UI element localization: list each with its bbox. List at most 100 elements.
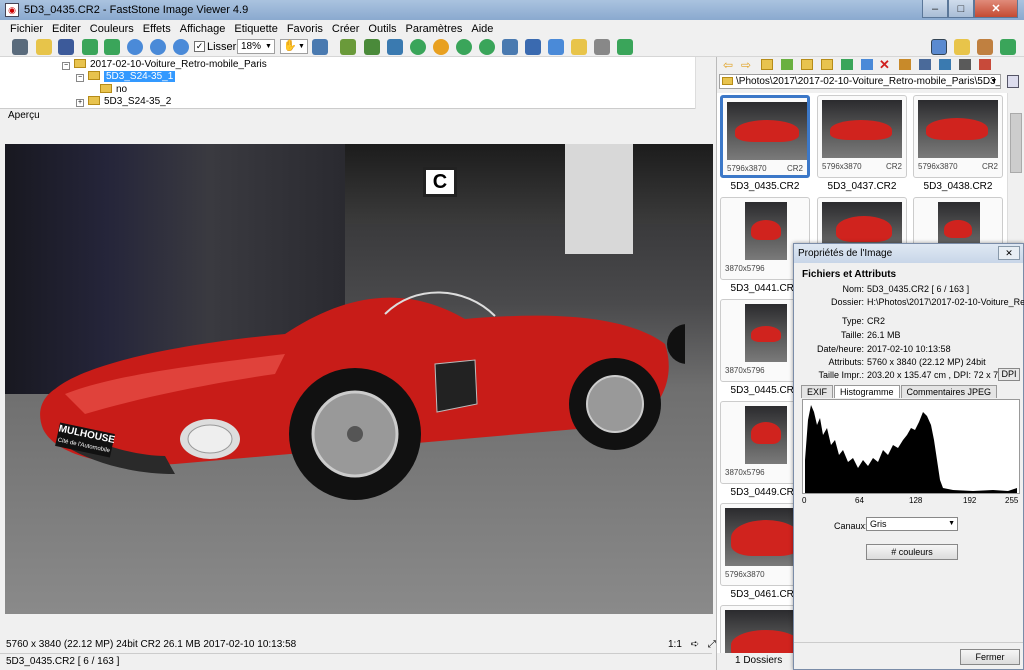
- layout-4-icon[interactable]: [1000, 39, 1016, 55]
- menu-editer[interactable]: Editer: [48, 23, 86, 35]
- histogram-graph: [805, 405, 1017, 493]
- layout-3-icon[interactable]: [977, 39, 993, 55]
- new-folder-icon[interactable]: [801, 59, 813, 70]
- save-icon[interactable]: [58, 39, 74, 55]
- previous-icon[interactable]: [82, 39, 98, 55]
- camera-icon[interactable]: [12, 39, 28, 55]
- thumb-dims: 5796x3870: [822, 162, 862, 171]
- filter-icon[interactable]: [979, 59, 991, 70]
- thumbnail-card[interactable]: 5796x3870 CR2: [720, 95, 810, 178]
- menu-couleurs[interactable]: Couleurs: [86, 23, 139, 35]
- arrow-right-icon[interactable]: ➪: [691, 639, 699, 650]
- menu-favoris[interactable]: Favoris: [283, 23, 328, 35]
- sort-icon[interactable]: [959, 59, 971, 70]
- tab-commentaires-jpeg[interactable]: Commentaires JPEG: [900, 385, 998, 398]
- screenshot-icon[interactable]: [617, 39, 633, 55]
- zoom-select[interactable]: 18% ▼: [237, 39, 275, 54]
- menu-parametres[interactable]: Paramètres: [402, 23, 468, 35]
- collapse-icon[interactable]: −: [76, 74, 84, 82]
- menu-aide[interactable]: Aide: [467, 23, 498, 35]
- refresh-icon[interactable]: [781, 59, 793, 70]
- channel-select[interactable]: Gris ▼: [866, 517, 958, 531]
- thumbnail-card[interactable]: 5796x3870 CR2: [913, 95, 1003, 178]
- color-count-button[interactable]: # couleurs: [866, 544, 958, 560]
- menu-effets[interactable]: Effets: [139, 23, 176, 35]
- dialog-close-button[interactable]: ✕: [998, 246, 1020, 260]
- thumb-view-icon[interactable]: [919, 59, 931, 70]
- divider: [794, 642, 1023, 643]
- crop-icon[interactable]: [340, 39, 356, 55]
- fullscreen-icon[interactable]: [312, 39, 328, 55]
- tab-exif[interactable]: EXIF: [801, 385, 834, 398]
- menu-fichier[interactable]: Fichier: [6, 23, 48, 35]
- thumbnail-image: [745, 202, 787, 260]
- email-icon[interactable]: [571, 39, 587, 55]
- draw-icon[interactable]: [387, 39, 403, 55]
- next-icon[interactable]: [104, 39, 120, 55]
- edit-icon[interactable]: [548, 39, 564, 55]
- back-icon[interactable]: ⇦: [723, 58, 733, 72]
- close-button[interactable]: ✕: [974, 0, 1018, 18]
- expand-icon[interactable]: +: [76, 99, 84, 107]
- tag-icon[interactable]: [899, 59, 911, 70]
- tree-item[interactable]: − 5D3_S24-35_1: [76, 71, 176, 82]
- person-icon[interactable]: [410, 39, 426, 55]
- adjust-icon[interactable]: [433, 39, 449, 55]
- menu-outils[interactable]: Outils: [364, 23, 401, 35]
- menu-affichage[interactable]: Affichage: [176, 23, 231, 35]
- layout-2-icon[interactable]: [954, 39, 970, 55]
- tick-label: 0: [802, 496, 807, 505]
- tree-item[interactable]: − 2017-02-10-Voiture_Retro-mobile_Paris: [62, 59, 267, 70]
- zoom-in-icon[interactable]: [127, 39, 143, 55]
- scrollbar-thumb[interactable]: [1010, 113, 1022, 173]
- prop-value: 26.1 MB: [867, 330, 901, 340]
- tree-item-label: 5D3_S24-35_1: [104, 71, 176, 82]
- tree-item[interactable]: no: [100, 84, 127, 95]
- thumbnail-image: [727, 102, 807, 160]
- compare-icon[interactable]: [525, 39, 541, 55]
- close-dialog-button[interactable]: Fermer: [960, 649, 1020, 665]
- tree-scrollbar[interactable]: [695, 57, 712, 109]
- dpi-button[interactable]: DPI: [998, 368, 1020, 381]
- path-input[interactable]: \Photos\2017\2017-02-10-Voiture_Retro-mo…: [719, 74, 1001, 89]
- tree-item[interactable]: +5D3_S24-35_2: [76, 96, 171, 107]
- minimize-button[interactable]: –: [922, 0, 948, 18]
- print-icon[interactable]: [594, 39, 610, 55]
- recycle-bin-icon[interactable]: [1007, 75, 1019, 88]
- fit-window-icon[interactable]: ⤢: [708, 639, 716, 650]
- menu-etiquette[interactable]: Etiquette: [230, 23, 282, 35]
- lisser-checkbox[interactable]: ✓: [194, 41, 205, 52]
- prop-key: Date/heure:: [816, 344, 864, 354]
- list-view-icon[interactable]: [939, 59, 951, 70]
- menu-creer[interactable]: Créer: [328, 23, 365, 35]
- zoom-out-icon[interactable]: [150, 39, 166, 55]
- tab-histogramme[interactable]: Histogramme: [834, 385, 900, 398]
- chevron-down-icon[interactable]: ▼: [989, 75, 999, 88]
- copy-to-icon[interactable]: [821, 59, 833, 70]
- open-folder-icon[interactable]: [36, 39, 52, 55]
- thumb-dims: 5796x3870: [727, 164, 767, 173]
- layout-1-icon[interactable]: [931, 39, 947, 55]
- path-value: \Photos\2017\2017-02-10-Voiture_Retro-mo…: [736, 76, 1001, 87]
- tree-item-label: 5D3_S24-35_2: [104, 96, 172, 107]
- file-status: 5D3_0435.CR2 [ 6 / 163 ]: [0, 653, 712, 668]
- actual-size-button[interactable]: 1:1: [668, 639, 682, 650]
- fit-icon[interactable]: [173, 39, 189, 55]
- maximize-button[interactable]: □: [948, 0, 974, 18]
- resize-icon[interactable]: [364, 39, 380, 55]
- thumbnail-card[interactable]: 5796x3870 CR2: [817, 95, 907, 178]
- rotate-left-icon[interactable]: [456, 39, 472, 55]
- image-viewer[interactable]: C MULHOUSE Cité de l'Automobile: [5, 144, 713, 614]
- delete-icon[interactable]: ✕: [879, 57, 890, 73]
- histogram-icon[interactable]: [502, 39, 518, 55]
- folder-up-icon[interactable]: [761, 59, 773, 70]
- channel-label: Canaux:: [834, 521, 868, 531]
- title-bar: ◉ 5D3_0435.CR2 - FastStone Image Viewer …: [0, 0, 1024, 20]
- hand-tool-select[interactable]: ✋ ▼: [280, 39, 308, 54]
- rotate-right-icon[interactable]: [479, 39, 495, 55]
- collapse-icon[interactable]: −: [62, 62, 70, 70]
- rename-icon[interactable]: [861, 59, 873, 70]
- move-to-icon[interactable]: [841, 59, 853, 70]
- forward-icon[interactable]: ⇨: [741, 58, 751, 72]
- prop-value: CR2: [867, 316, 886, 326]
